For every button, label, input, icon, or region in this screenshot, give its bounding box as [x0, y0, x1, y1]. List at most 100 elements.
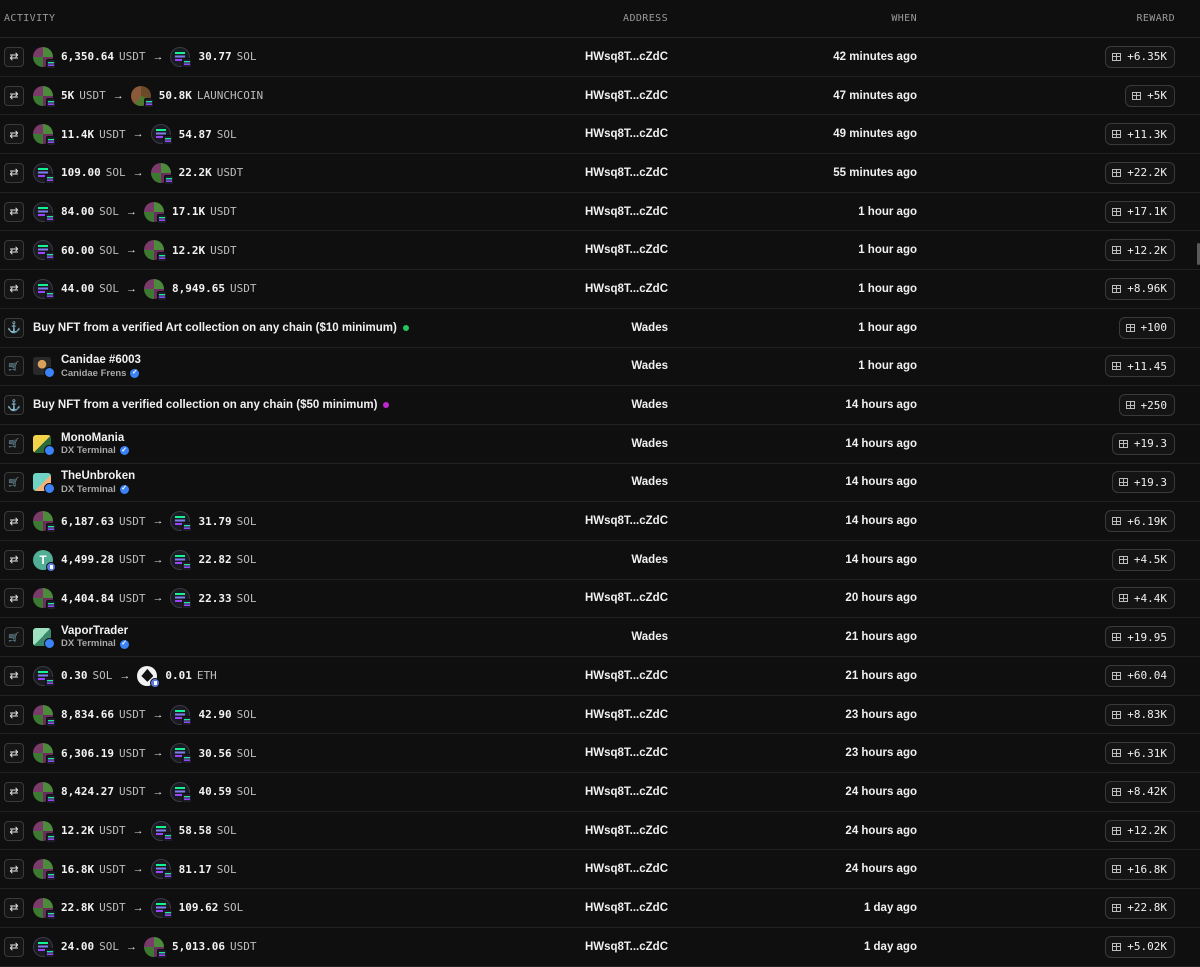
table-row[interactable]: ⇄ 0.30 SOL → 0.01 ETH HWsq8T...cZdC 21 hours ag… [0, 657, 1200, 696]
nft-name[interactable]: MonoMania [61, 431, 129, 445]
address-cell[interactable]: Wades [560, 399, 668, 411]
nft-collection[interactable]: Canidae Frens ✓ [61, 368, 141, 380]
quest-description[interactable]: Buy NFT from a verified Art collection o… [33, 322, 397, 334]
reward-value: +16.8K [1127, 862, 1167, 876]
nft-thumbnail[interactable] [33, 357, 55, 379]
table-row[interactable]: ⇄ 4,404.84 USDT → 22.33 SOL HWsq8T...cZdC 20 ho… [0, 580, 1200, 619]
nft-collection[interactable]: DX Terminal ✓ [61, 445, 129, 457]
chain-badge-icon [143, 97, 154, 108]
address-cell[interactable]: Wades [560, 554, 668, 566]
when-cell: 14 hours ago [845, 553, 917, 566]
sol-token-icon [150, 859, 173, 881]
address-cell[interactable]: Wades [560, 322, 668, 334]
table-row[interactable]: ⇄ 6,187.63 USDT → 31.79 SOL HWsq8T...cZdC 14 ho… [0, 502, 1200, 541]
table-row[interactable]: ⇄ 22.8K USDT → 109.62 SOL HWsq8T...cZdC 1 day a… [0, 889, 1200, 928]
to-amount: 40.59 [198, 785, 232, 799]
reward-pill: +19.3 [1111, 471, 1175, 494]
points-grid-icon [1112, 284, 1122, 293]
arrow-right-icon: → [112, 89, 124, 102]
address-cell[interactable]: HWsq8T...cZdC [560, 670, 668, 682]
table-row[interactable]: ⇄ 60.00 SOL → 12.2K USDT HWsq8T...cZdC 1 hour a… [0, 231, 1200, 271]
nft-thumbnail[interactable] [33, 473, 55, 495]
table-row[interactable]: ⇄ 24.00 SOL → 5,013.06 USDT HWsq8T...cZdC 1 day… [0, 928, 1200, 967]
address-cell[interactable]: HWsq8T...cZdC [560, 941, 668, 953]
reward-cell: +8.83K [917, 703, 1183, 726]
chain-badge-icon [46, 97, 56, 108]
quest-description[interactable]: Buy NFT from a verified collection on an… [33, 399, 377, 411]
table-row[interactable]: ⇄ 5K USDT → 50.8K LAUNCHCOIN HWsq8T...cZdC 47 m… [0, 77, 1200, 116]
address-cell[interactable]: HWsq8T...cZdC [560, 128, 668, 140]
table-row[interactable]: 🛒 VaporTrader DX Terminal ✓ Wades 21 hours ag… [0, 618, 1200, 657]
table-row[interactable]: 🛒 Canidae #6003 Canidae Frens ✓ Wades 1 hour … [0, 348, 1200, 387]
address-cell[interactable]: HWsq8T...cZdC [560, 747, 668, 759]
address-cell[interactable]: HWsq8T...cZdC [560, 90, 668, 102]
swap-icon: ⇄ [4, 820, 24, 841]
address-cell[interactable]: HWsq8T...cZdC [560, 167, 668, 179]
table-row[interactable]: ⇄ 12.2K USDT → 58.58 SOL HWsq8T...cZdC 24 hours… [0, 812, 1200, 851]
table-row[interactable]: 🛒 MonoMania DX Terminal ✓ Wades 14 hours ago +… [0, 425, 1200, 464]
address-column-header: ADDRESS [623, 13, 668, 24]
table-row[interactable]: ⇄ T 4,499.28 USDT → 22.82 SOL Wades 14 hours ago… [0, 541, 1200, 580]
from-amount: 4,404.84 [61, 591, 114, 605]
nft-info: Canidae #6003 Canidae Frens ✓ [61, 353, 141, 379]
usdt-token-icon [33, 820, 56, 843]
from-amount: 11.4K [61, 127, 95, 141]
chain-badge-icon [45, 289, 55, 300]
when-cell: 55 minutes ago [833, 166, 917, 179]
reward-value: +5.02K [1127, 940, 1167, 954]
address-cell[interactable]: Wades [560, 360, 668, 372]
address-cell[interactable]: HWsq8T...cZdC [560, 709, 668, 721]
table-row[interactable]: ⇄ 6,350.64 USDT → 30.77 SOL HWsq8T...cZdC 42 mi… [0, 38, 1200, 77]
address-cell[interactable]: HWsq8T...cZdC [560, 863, 668, 875]
sol-token-icon [33, 240, 55, 262]
nft-name[interactable]: Canidae #6003 [61, 353, 141, 367]
nft-thumbnail[interactable] [33, 434, 55, 456]
chain-badge-icon [45, 676, 55, 687]
table-row[interactable]: ⇄ 16.8K USDT → 81.17 SOL HWsq8T...cZdC 24 hours… [0, 850, 1200, 890]
table-row[interactable]: ⇄ 8,424.27 USDT → 40.59 SOL HWsq8T...cZdC 24 ho… [0, 773, 1200, 812]
table-row[interactable]: ⚓ Buy NFT from a verified Art collection … [0, 309, 1200, 348]
nft-name[interactable]: VaporTrader [61, 624, 129, 638]
nft-name[interactable]: TheUnbroken [61, 469, 135, 483]
arrow-right-icon: → [152, 592, 164, 605]
table-row[interactable]: ⇄ 6,306.19 USDT → 30.56 SOL HWsq8T...cZdC 23 ho… [0, 734, 1200, 774]
address-cell[interactable]: HWsq8T...cZdC [560, 206, 668, 218]
sol-token-icon [170, 588, 193, 610]
table-row[interactable]: ⇄ 44.00 SOL → 8,949.65 USDT HWsq8T...cZdC 1 hou… [0, 270, 1200, 309]
table-row[interactable]: ⇄ 11.4K USDT → 54.87 SOL HWsq8T...cZdC 49 minut… [0, 115, 1200, 155]
nft-collection[interactable]: DX Terminal ✓ [61, 484, 135, 496]
when-cell: 42 minutes ago [833, 50, 917, 63]
address-cell[interactable]: HWsq8T...cZdC [560, 283, 668, 295]
address-cell[interactable]: Wades [560, 631, 668, 643]
address-cell[interactable]: Wades [560, 476, 668, 488]
swap-icon: ⇄ [4, 936, 24, 957]
to-symbol: SOL [216, 824, 237, 838]
address-cell[interactable]: Wades [560, 438, 668, 450]
to-amount: 0.01 [165, 669, 192, 683]
address-cell[interactable]: HWsq8T...cZdC [560, 515, 668, 527]
reward-value: +6.31K [1127, 746, 1167, 760]
to-symbol: SOL [216, 862, 237, 876]
chain-badge-icon [46, 832, 56, 843]
nft-thumbnail[interactable] [33, 628, 55, 650]
swap-icon: ⇄ [4, 665, 24, 686]
nft-collection[interactable]: DX Terminal ✓ [61, 638, 129, 650]
reward-pill: +250 [1118, 394, 1175, 417]
nft-info: MonoMania DX Terminal ✓ [61, 431, 129, 457]
reward-pill: +100 [1118, 316, 1175, 339]
table-row[interactable]: ⇄ 8,834.66 USDT → 42.90 SOL HWsq8T...cZdC 23 ho… [0, 696, 1200, 735]
to-amount: 42.90 [198, 708, 232, 722]
table-row[interactable]: ⚓ Buy NFT from a verified collection on a… [0, 386, 1200, 425]
address-cell[interactable]: HWsq8T...cZdC [560, 592, 668, 604]
table-row[interactable]: ⇄ 109.00 SOL → 22.2K USDT HWsq8T...cZdC 55 minu… [0, 154, 1200, 193]
swap-icon: ⇄ [4, 743, 24, 764]
address-cell[interactable]: HWsq8T...cZdC [560, 786, 668, 798]
address-cell[interactable]: HWsq8T...cZdC [560, 244, 668, 256]
table-row[interactable]: ⇄ 84.00 SOL → 17.1K USDT HWsq8T...cZdC 1 hour a… [0, 193, 1200, 232]
to-amount: 22.33 [198, 591, 232, 605]
address-cell[interactable]: HWsq8T...cZdC [560, 902, 668, 914]
address-cell[interactable]: HWsq8T...cZdC [560, 825, 668, 837]
points-grid-icon [1112, 130, 1122, 139]
address-cell[interactable]: HWsq8T...cZdC [560, 51, 668, 63]
table-row[interactable]: 🛒 TheUnbroken DX Terminal ✓ Wades 14 hours ag… [0, 464, 1200, 503]
